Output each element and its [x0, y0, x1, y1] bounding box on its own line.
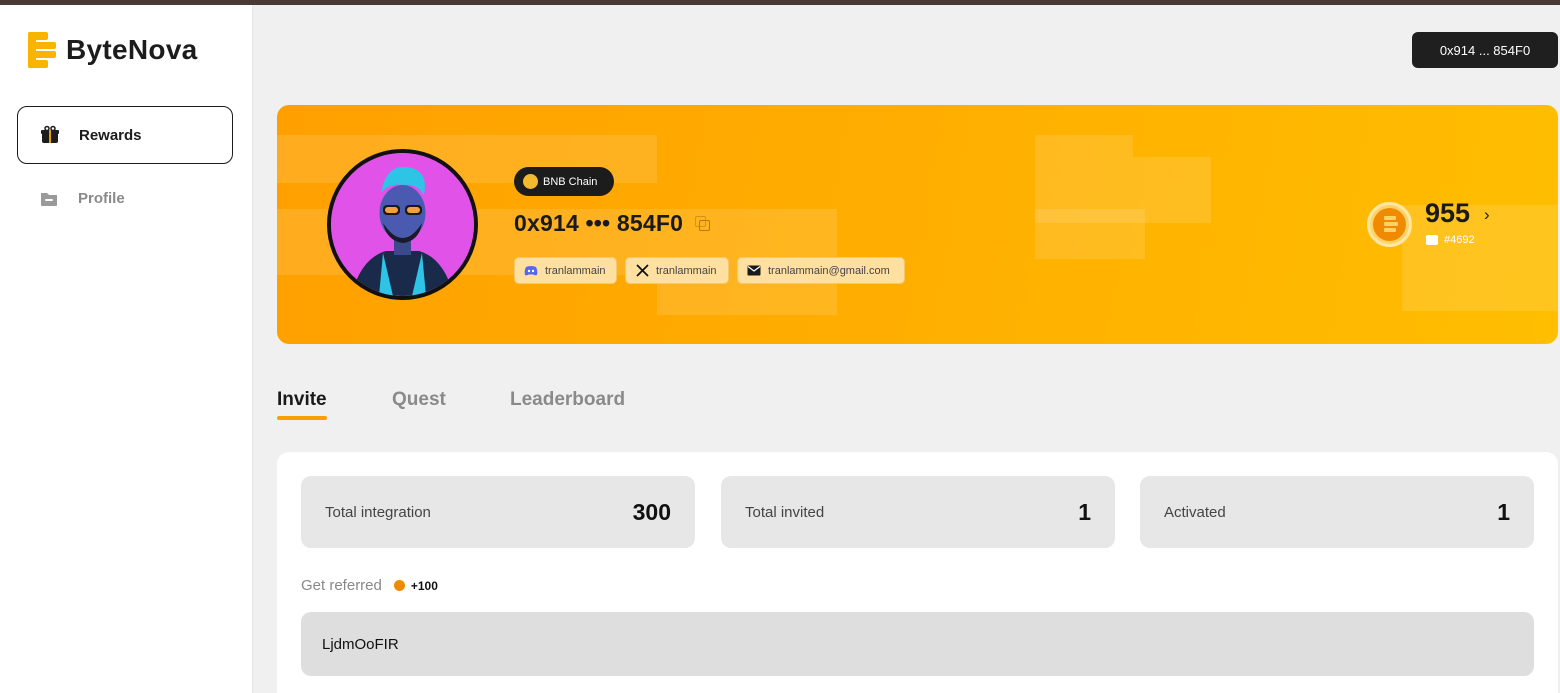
- copy-icon[interactable]: [695, 215, 711, 232]
- avatar[interactable]: [327, 149, 478, 300]
- folder-icon: [39, 188, 59, 208]
- stat-label: Total integration: [325, 503, 431, 521]
- active-tab-indicator: [277, 416, 327, 420]
- referral-code: LjdmOoFIR: [322, 635, 399, 653]
- banner-decoration: [1035, 209, 1145, 259]
- sidebar-item-label: Profile: [78, 189, 125, 207]
- bytenova-logo-icon: [28, 32, 56, 68]
- rank-value: #4692: [1444, 234, 1475, 246]
- bnb-icon: [523, 174, 538, 189]
- invite-panel: Total integration 300 Total invited 1 Ac…: [277, 452, 1558, 693]
- get-referred-row: Get referred +100: [301, 577, 438, 594]
- stat-value: 1: [1497, 498, 1510, 525]
- points-coin-icon: [1367, 202, 1412, 247]
- x-handle: tranlammain: [656, 264, 717, 277]
- stat-label: Total invited: [745, 503, 825, 521]
- stat-label: Activated: [1164, 503, 1226, 521]
- tab-quest[interactable]: Quest: [392, 389, 446, 411]
- referral-bonus: +100: [410, 578, 438, 593]
- brand[interactable]: ByteNova: [28, 32, 198, 68]
- mail-icon: [747, 264, 761, 278]
- avatar-image: [331, 153, 474, 296]
- wallet-address-button[interactable]: 0x914 ... 854F0: [1412, 32, 1558, 68]
- sidebar: ByteNova Rewards Profile: [0, 5, 253, 693]
- chain-label: BNB Chain: [543, 175, 598, 188]
- address-text: 0x914 ••• 854F0: [514, 210, 684, 236]
- referral-code-field[interactable]: LjdmOoFIR: [301, 612, 1534, 676]
- gift-icon: [40, 125, 60, 145]
- trophy-icon: [1426, 235, 1438, 245]
- get-referred-label: Get referred: [301, 577, 382, 594]
- stat-value: 300: [632, 498, 671, 525]
- discord-icon: [524, 264, 538, 278]
- sidebar-item-profile[interactable]: Profile: [17, 169, 233, 227]
- points-value[interactable]: 955: [1425, 198, 1470, 229]
- email-address: tranlammain@gmail.com: [768, 264, 890, 277]
- x-icon: [635, 264, 649, 278]
- sidebar-item-label: Rewards: [79, 126, 142, 144]
- tab-invite[interactable]: Invite: [277, 389, 327, 411]
- sidebar-item-rewards[interactable]: Rewards: [17, 106, 233, 164]
- stat-value: 1: [1078, 498, 1091, 525]
- chain-badge: BNB Chain: [514, 167, 614, 196]
- discord-tag[interactable]: tranlammain: [514, 257, 617, 284]
- coin-icon: [393, 580, 405, 591]
- x-tag[interactable]: tranlammain: [625, 257, 729, 284]
- profile-address: 0x914 ••• 854F0: [514, 210, 711, 237]
- tab-leaderboard[interactable]: Leaderboard: [510, 389, 625, 411]
- rank-badge: #4692: [1426, 234, 1475, 246]
- stat-total-integration: Total integration 300: [301, 476, 695, 548]
- profile-banner: BNB Chain 0x914 ••• 854F0 tranlammain tr…: [277, 105, 1558, 344]
- stat-activated: Activated 1: [1140, 476, 1534, 548]
- discord-handle: tranlammain: [545, 264, 606, 277]
- chevron-right-icon[interactable]: ›: [1484, 205, 1490, 225]
- brand-name: ByteNova: [66, 34, 198, 65]
- stat-total-invited: Total invited 1: [721, 476, 1115, 548]
- email-tag[interactable]: tranlammain@gmail.com: [737, 257, 905, 284]
